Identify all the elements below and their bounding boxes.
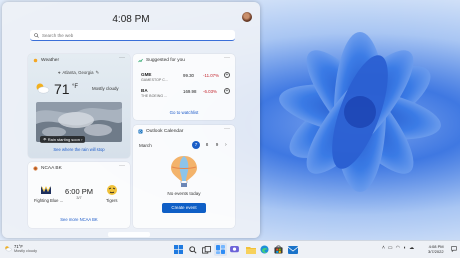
rain-icon: ☂ [43,137,47,142]
location-pin-icon: ⌖ [58,70,61,75]
taskbar-weather-condition: Mostly cloudy [14,249,38,253]
stock-name: GAMESTOP C... [141,78,168,82]
calendar-header: Outlook Calendar [138,129,183,134]
store-icon[interactable] [272,243,285,256]
hot-air-balloon-illustration [171,156,197,187]
widgets-icon[interactable] [214,243,227,256]
outlook-icon [138,129,143,134]
taskbar-weather[interactable]: 71°F Mostly cloudy [14,244,37,254]
ncaa-title: NCAA BK [41,166,62,171]
add-stock-icon[interactable]: + [224,72,230,78]
onedrive-icon[interactable]: ☁ [409,245,414,251]
game-time: 6:00 PM [65,187,93,196]
stock-symbol: BA [141,88,148,93]
volume-icon[interactable]: ◖ [403,245,406,251]
calendar-more-button[interactable]: ··· [223,126,231,134]
widgets-scroll-hint[interactable] [108,232,150,237]
calendar-empty-text: No events today [167,191,201,196]
stock-symbol: GME [141,72,152,77]
search-icon [34,32,39,38]
widgets-panel: 4:08 PM Search the web Weather ··· ⌖ Atl… [2,2,260,238]
weather-condition: Mostly cloudy [92,86,119,91]
calendar-day[interactable]: 8 [203,141,211,149]
basketball-icon [33,166,38,171]
chevron-up-icon[interactable]: ˄ [382,245,385,251]
taskbar-date: 3/7/2022 [428,249,444,254]
watchlist-link[interactable]: Go to watchlist [133,110,235,115]
search-placeholder: Search the web [42,32,74,38]
weather-more-button[interactable]: ··· [118,55,126,63]
weather-location[interactable]: ⌖ Atlanta, Georgia ✎ [58,70,99,76]
rain-badge-text: Rain starting soon [47,137,80,142]
taskbar-clock[interactable]: 4:08 PM 3/7/2022 [428,244,444,254]
calendar-month: March [139,143,152,148]
file-explorer-icon[interactable] [244,243,257,256]
edit-icon[interactable]: ✎ [95,70,99,76]
stocks-more-button[interactable]: ··· [223,55,231,63]
ncaa-more-button[interactable]: ··· [118,163,126,171]
panel-clock: 4:08 PM [112,14,150,25]
team-name-away: Tigers [106,198,118,203]
ncaa-link[interactable]: See more NCAA BK [28,217,130,222]
stock-change: -6.03% [203,89,217,94]
chevron-right-icon[interactable]: › [225,142,227,148]
calendar-widget[interactable]: Outlook Calendar ··· March 7 8 9 › No ev… [133,125,235,228]
trend-icon [138,58,143,63]
team-name-home: Fighting Blue ... [34,198,64,203]
stocks-widget[interactable]: Suggested for you ··· GME GAMESTOP C... … [133,54,235,120]
stock-price: 99.30 [183,73,194,78]
weather-unit: °F [72,84,79,90]
start-icon[interactable] [172,243,185,256]
chevron-right-icon: › [81,137,83,142]
stock-price: 169.98 [183,89,197,94]
edge-icon[interactable] [258,243,271,256]
notification-icon[interactable] [451,246,457,252]
rain-badge: ☂ Rain starting soon › [40,136,86,143]
search-input[interactable]: Search the web [30,30,235,41]
battery-icon[interactable]: ▭ [388,245,393,251]
create-event-button[interactable]: Create event [162,203,206,213]
weather-link[interactable]: See where the rain will stop [28,147,130,152]
weather-temperature: 71 [54,81,70,97]
calendar-day-selected[interactable]: 7 [192,141,200,149]
ncaa-header: NCAA BK [33,166,62,171]
ncaa-widget[interactable]: NCAA BK ··· 6:00 PM 3/7 Fighting Blue ..… [28,162,130,228]
task-view-icon[interactable] [200,243,213,256]
weather-title: Weather [41,58,60,63]
taskbar: 71°F Mostly cloudy ˄ ▭ ◠ ◖ ☁ 4:08 PM 3/7… [0,240,460,258]
weather-widget[interactable]: Weather ··· ⌖ Atlanta, Georgia ✎ 71 °F M… [28,54,130,158]
mail-icon[interactable] [286,243,299,256]
avatar[interactable] [242,12,252,22]
calendar-day[interactable]: 9 [213,141,221,149]
stock-change: -11.07% [203,73,220,78]
stocks-header: Suggested for you [138,58,185,63]
calendar-title: Outlook Calendar [146,129,184,134]
add-stock-icon[interactable]: + [224,88,230,94]
search-icon[interactable] [186,243,199,256]
chat-icon[interactable] [228,243,241,256]
stock-name: THE BOEING ... [141,94,168,98]
partly-cloudy-icon [36,83,50,94]
wifi-icon[interactable]: ◠ [396,245,400,251]
system-tray: ˄ ▭ ◠ ◖ ☁ [382,245,414,251]
sun-icon [33,58,38,63]
weather-header: Weather [33,58,59,63]
weather-location-text: Atlanta, Georgia [62,70,94,75]
partly-cloudy-icon [5,246,12,252]
stocks-title: Suggested for you [146,58,185,63]
